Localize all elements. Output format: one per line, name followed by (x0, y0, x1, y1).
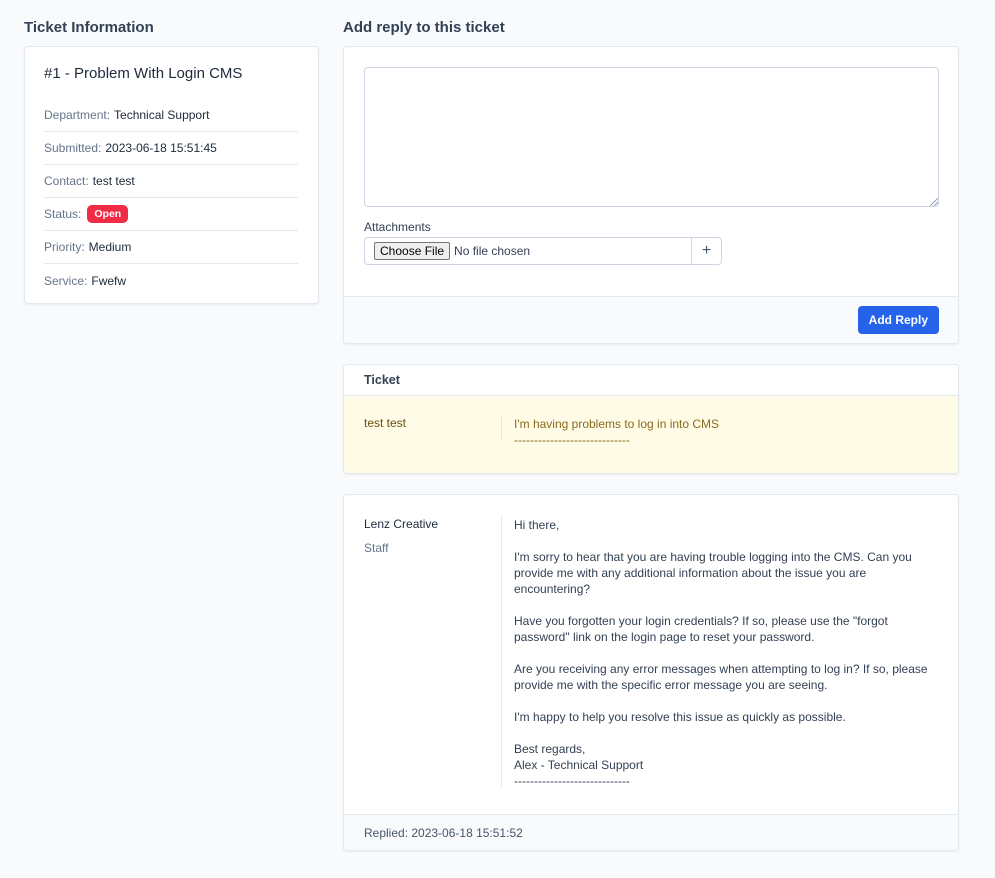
department-value: Technical Support (114, 108, 210, 122)
reply-author-role: Staff (364, 541, 389, 555)
reply-paragraph: Are you receiving any error messages whe… (514, 662, 928, 692)
priority-row: Priority: Medium (44, 231, 298, 264)
signature-line: Alex - Technical Support (514, 758, 644, 772)
reply-paragraph: I'm happy to help you resolve this issue… (514, 710, 846, 724)
ticket-message-body: test test I'm having problems to log in … (344, 396, 958, 473)
contact-label: Contact: (44, 174, 89, 188)
add-attachment-button[interactable]: + (691, 238, 721, 264)
contact-value: test test (92, 174, 135, 188)
service-row: Service: Fwefw (44, 264, 298, 297)
signature-line: Best regards, (514, 742, 586, 756)
plus-icon: + (701, 242, 712, 259)
reply-paragraph: Have you forgotten your login credential… (514, 614, 888, 644)
choose-file-button[interactable]: Choose File (374, 242, 451, 260)
reply-divider (501, 515, 502, 787)
service-label: Service: (44, 273, 88, 288)
priority-value: Medium (88, 240, 132, 254)
submitted-row: Submitted: 2023-06-18 15:51:45 (44, 132, 298, 165)
resize-handle-icon[interactable] (930, 198, 938, 206)
department-row: Department: Technical Support (44, 99, 298, 132)
ticket-info-card: #1 - Problem With Login CMS Department: … (24, 46, 319, 304)
signature-line: ----------------------------- (514, 774, 630, 788)
reply-textarea[interactable] (364, 67, 939, 207)
reply-section-title: Add reply to this ticket (343, 19, 505, 36)
message-text: I'm having problems to log in into CMS -… (514, 416, 944, 448)
message-line: I'm having problems to log in into CMS (514, 417, 720, 431)
reply-author: Lenz Creative (364, 517, 439, 531)
status-row: Status: Open (44, 198, 298, 231)
service-value: Fwefw (91, 273, 127, 288)
contact-row: Contact: test test (44, 165, 298, 198)
attachments-label: Attachments (364, 220, 431, 234)
message-divider (501, 416, 502, 440)
ticket-card-header: Ticket (344, 365, 958, 396)
add-reply-button[interactable]: Add Reply (857, 306, 939, 334)
reply-paragraph: I'm sorry to hear that you are having tr… (514, 550, 912, 596)
reply-paragraph: Hi there, (514, 518, 560, 532)
file-input-group: Choose File No file chosen + (364, 237, 722, 265)
ticket-heading: #1 - Problem With Login CMS (44, 65, 243, 82)
submitted-label: Submitted: (44, 141, 102, 155)
reply-footer: Add Reply (344, 296, 958, 343)
priority-label: Priority: (44, 240, 85, 254)
department-label: Department: (44, 108, 111, 122)
message-line: ----------------------------- (514, 433, 630, 447)
status-badge: Open (87, 205, 129, 223)
reply-text: Hi there, I'm sorry to hear that you are… (514, 517, 944, 789)
ticket-info-title: Ticket Information (24, 19, 154, 36)
ticket-message-card: Ticket test test I'm having problems to … (343, 364, 959, 474)
status-label: Status: (44, 207, 82, 221)
staff-reply-card: Lenz Creative Staff Hi there, I'm sorry … (343, 494, 959, 851)
replied-timestamp: Replied: 2023-06-18 15:51:52 (344, 814, 958, 850)
file-input[interactable]: Choose File No file chosen (365, 238, 691, 264)
no-file-text: No file chosen (454, 244, 531, 258)
submitted-value: 2023-06-18 15:51:45 (105, 141, 217, 155)
message-author: test test (364, 416, 407, 430)
reply-card: Attachments Choose File No file chosen +… (343, 46, 959, 344)
reply-signature: Best regards, Alex - Technical Support -… (514, 741, 944, 789)
